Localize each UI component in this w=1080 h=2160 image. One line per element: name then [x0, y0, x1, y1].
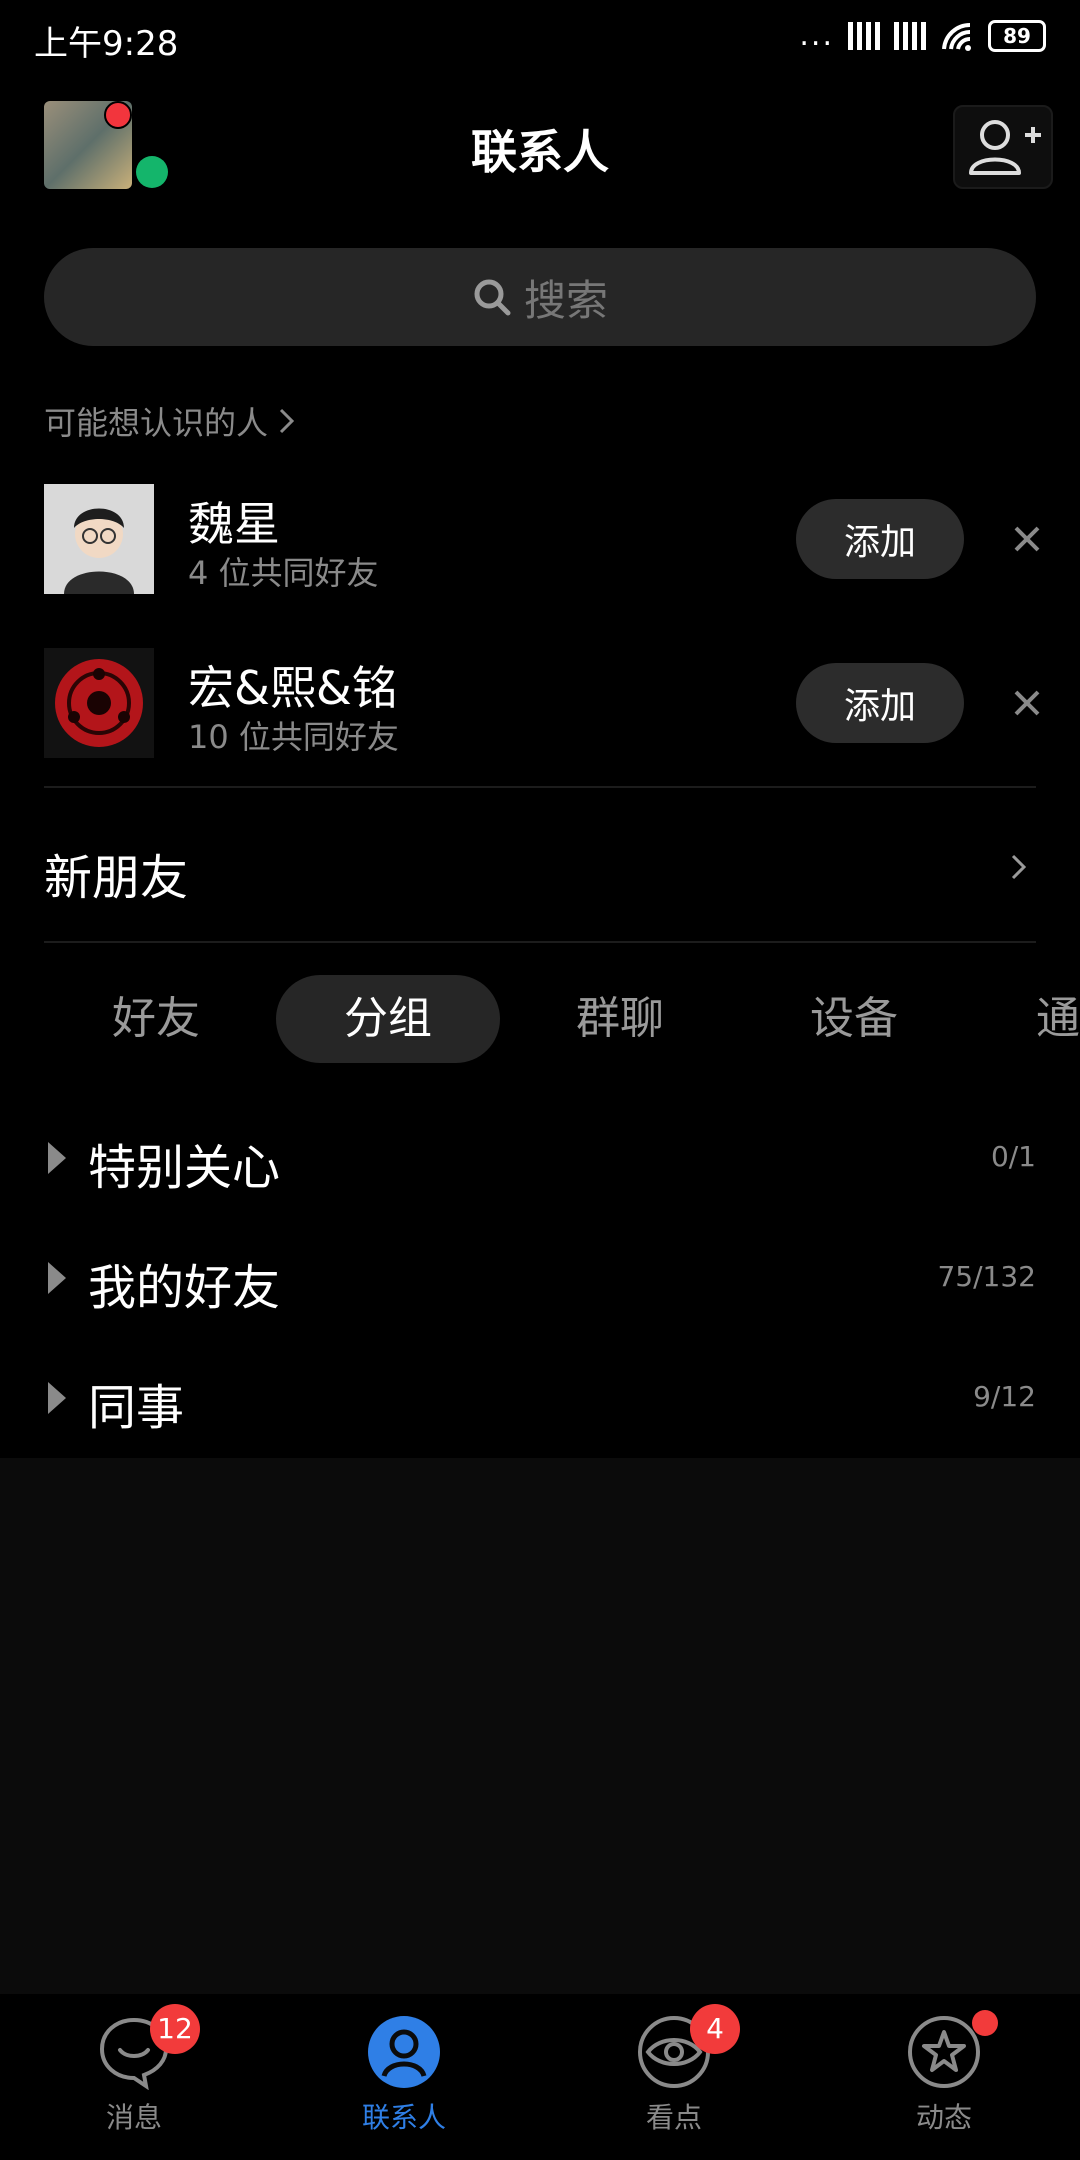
suggestions-heading-label: 可能想认识的人: [44, 404, 269, 442]
battery-icon: 89: [988, 20, 1046, 52]
star-icon: [908, 2016, 980, 2088]
new-friends-label: 新朋友: [44, 850, 189, 906]
person-name: 宏&熙&铭: [188, 661, 398, 715]
status-icons: ... 89: [799, 20, 1046, 52]
new-friends-row[interactable]: 新朋友: [44, 832, 1036, 906]
close-icon[interactable]: [1002, 678, 1052, 728]
group-name: 同事: [88, 1380, 185, 1436]
person-avatar: [44, 648, 154, 758]
notification-dot: [972, 2010, 998, 2036]
add-friend-button[interactable]: 添加: [796, 499, 964, 579]
sharingan-avatar-icon: [44, 648, 154, 758]
person-name: 魏星: [188, 497, 280, 551]
nav-label: 联系人: [361, 2101, 446, 2134]
expand-triangle-icon: [48, 1142, 66, 1174]
group-name: 特别关心: [88, 1140, 281, 1196]
unread-badge: 12: [150, 2004, 200, 2054]
search-input[interactable]: 搜索: [44, 248, 1036, 346]
tab-friends[interactable]: 好友: [76, 975, 236, 1063]
group-count: 9/12: [973, 1380, 1036, 1413]
chevron-right-icon: [1011, 854, 1027, 880]
tab-group-chats[interactable]: 群聊: [540, 975, 700, 1063]
nav-moments[interactable]: 动态: [864, 1994, 1024, 2160]
signal-dots: ...: [799, 18, 834, 53]
mutual-friends: 4 位共同好友: [188, 554, 379, 592]
suggestions-heading[interactable]: 可能想认识的人: [44, 398, 296, 444]
suggested-person-row[interactable]: 魏星 4 位共同好友 添加: [44, 484, 1040, 594]
chevron-right-icon: [279, 408, 295, 434]
search-icon: [474, 279, 511, 316]
contacts-tabs: 好友 分组 群聊 设备 通: [0, 975, 1080, 1065]
add-friend-button[interactable]: 添加: [796, 663, 964, 743]
add-person-icon: [969, 120, 1041, 175]
nav-label: 消息: [105, 2101, 162, 2134]
search-placeholder: 搜索: [523, 275, 608, 325]
nav-contacts[interactable]: 联系人: [324, 1994, 484, 2160]
page-title: 联系人: [471, 125, 609, 179]
nav-label: 动态: [915, 2101, 972, 2134]
nav-messages[interactable]: 12 消息: [54, 1994, 214, 2160]
group-name: 我的好友: [88, 1260, 281, 1316]
signal-icon-2: [894, 22, 926, 50]
expand-triangle-icon: [48, 1262, 66, 1294]
tab-devices[interactable]: 设备: [774, 975, 934, 1063]
person-avatar: [44, 484, 154, 594]
tab-groups[interactable]: 分组: [276, 975, 500, 1063]
bottom-nav: 12 消息 联系人 4 看点 动态: [0, 1994, 1080, 2160]
group-row[interactable]: 同事 9/12: [44, 1358, 1036, 1438]
tab-contacts-partial[interactable]: 通: [1036, 975, 1080, 1063]
expand-triangle-icon: [48, 1382, 66, 1414]
nav-discover[interactable]: 4 看点: [594, 1994, 754, 2160]
add-contact-button[interactable]: [953, 105, 1053, 189]
status-time: 上午9:28: [34, 24, 179, 64]
mutual-friends: 10 位共同好友: [188, 718, 399, 756]
person-icon: [368, 2016, 440, 2088]
signal-icon: [848, 22, 880, 50]
group-count: 75/132: [937, 1260, 1036, 1293]
suggested-person-row[interactable]: 宏&熙&铭 10 位共同好友 添加: [44, 648, 1040, 758]
group-row[interactable]: 我的好友 75/132: [44, 1238, 1036, 1318]
cartoon-avatar-icon: [44, 484, 154, 594]
group-count: 0/1: [990, 1140, 1036, 1173]
status-bar: 上午9:28 ... 89: [0, 0, 1080, 76]
group-row[interactable]: 特别关心 0/1: [44, 1118, 1036, 1198]
wifi-icon: [942, 22, 971, 51]
divider: [44, 786, 1036, 788]
nav-label: 看点: [645, 2101, 702, 2134]
divider: [44, 941, 1036, 943]
unread-badge: 4: [690, 2004, 740, 2054]
close-icon[interactable]: [1002, 514, 1052, 564]
